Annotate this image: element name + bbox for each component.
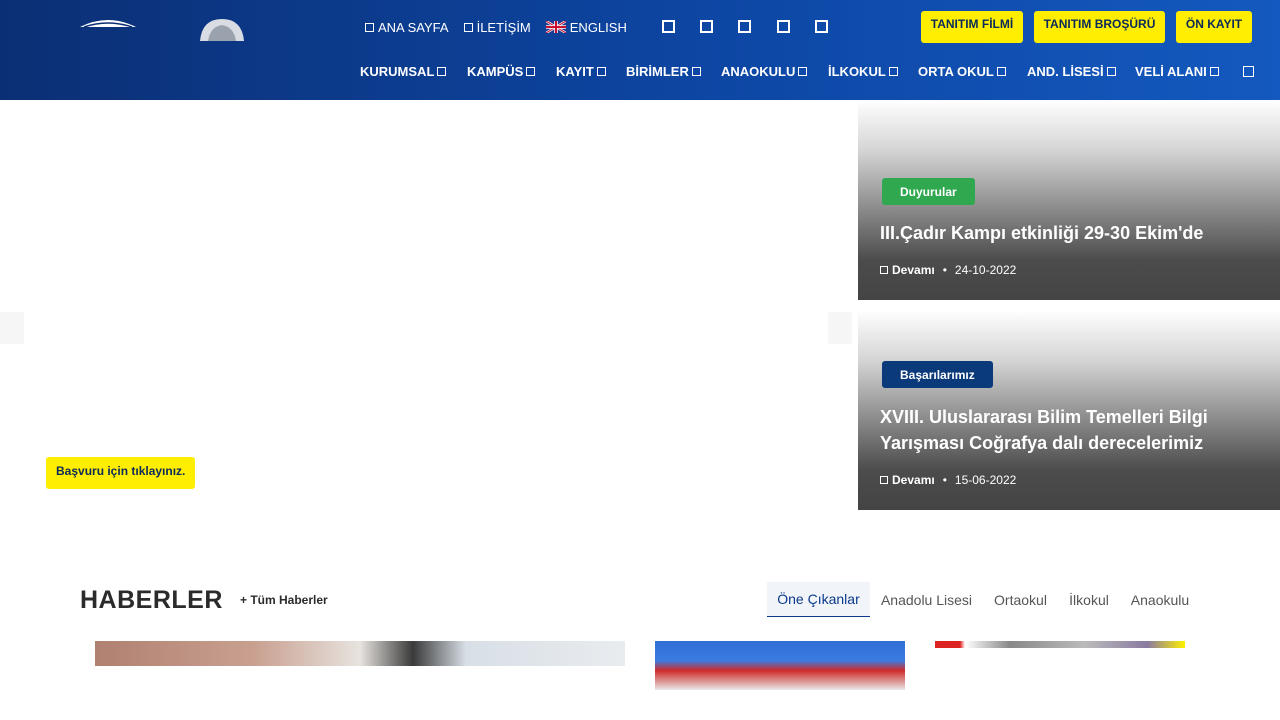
featured-card[interactable]: Başarılarımız XVIII. Uluslararası Bilim …	[858, 310, 1280, 510]
category-badge[interactable]: Başarılarımız	[882, 361, 993, 388]
chevron-down-icon	[691, 66, 701, 76]
nav-label: ORTA OKUL	[918, 63, 994, 79]
site-header: ANA SAYFA İLETİŞİM ENGLISH TANITIM FİLMİ…	[0, 0, 1280, 100]
news-thumbnail[interactable]	[95, 641, 625, 666]
pre-registration-button[interactable]: ÖN KAYIT	[1176, 11, 1252, 43]
news-thumbnail[interactable]	[935, 641, 1185, 648]
tab-anaokulu[interactable]: Anaokulu	[1125, 582, 1195, 617]
apply-button[interactable]: Başvuru için tıklayınız.	[46, 457, 196, 489]
nav-label: VELİ ALANI	[1135, 63, 1207, 79]
tab-ilkokul[interactable]: İlkokul	[1063, 582, 1115, 617]
chevron-down-icon	[596, 66, 606, 76]
nav-label: KAMPÜS	[467, 63, 524, 79]
tab-featured[interactable]: Öne Çıkanlar	[767, 582, 870, 617]
arrow-icon	[880, 476, 888, 484]
tab-anadolu-lisesi[interactable]: Anadolu Lisesi	[876, 582, 977, 617]
news-section-title: HABERLER	[80, 586, 223, 614]
nav-item-veli-alani[interactable]: VELİ ALANI	[1135, 64, 1219, 79]
linkedin-icon[interactable]	[815, 20, 828, 33]
nav-item-kampus[interactable]: KAMPÜS	[467, 63, 536, 79]
nav-label: KURUMSAL	[360, 63, 435, 79]
chevron-down-icon	[1106, 66, 1116, 76]
separator: •	[942, 263, 947, 277]
hero-slider[interactable]	[0, 100, 858, 510]
nav-label: AND. LİSESİ	[1027, 63, 1104, 79]
nav-item-birimler[interactable]: BİRİMLER	[626, 64, 701, 79]
all-news-link[interactable]: + Tüm Haberler	[240, 593, 328, 607]
home-icon	[365, 22, 374, 32]
nav-item-ortaokul[interactable]: ORTA OKUL	[918, 64, 1006, 79]
contact-link-label: İLETİŞİM	[476, 19, 531, 35]
featured-date: 24-10-2022	[954, 263, 1017, 277]
separator: •	[942, 473, 947, 487]
instagram-icon[interactable]	[738, 20, 751, 33]
arrow-icon	[880, 266, 888, 274]
promo-film-button[interactable]: TANITIM FİLMİ	[921, 11, 1023, 43]
english-link-label: ENGLISH	[569, 19, 627, 35]
ataturk-portrait-icon	[200, 19, 244, 41]
nav-item-kayit[interactable]: KAYIT	[556, 64, 606, 79]
brochure-button[interactable]: TANITIM BROŞÜRÜ	[1034, 11, 1165, 43]
chevron-down-icon	[526, 66, 536, 76]
envelope-icon	[463, 22, 473, 32]
nav-label: KAYIT	[556, 63, 594, 79]
chevron-down-icon	[437, 66, 447, 76]
twitter-icon[interactable]	[700, 20, 713, 33]
home-link[interactable]: ANA SAYFA	[365, 20, 449, 35]
top-links: ANA SAYFA İLETİŞİM ENGLISH	[365, 19, 642, 35]
home-link-label: ANA SAYFA	[378, 19, 449, 35]
slider-prev-icon[interactable]	[0, 312, 24, 344]
chevron-down-icon	[888, 66, 898, 76]
read-more-link[interactable]: Devamı	[880, 473, 935, 487]
chevron-down-icon	[798, 66, 808, 76]
uk-flag-icon	[545, 21, 566, 33]
nav-label: BİRİMLER	[626, 63, 689, 79]
contact-link[interactable]: İLETİŞİM	[463, 19, 531, 35]
news-thumbnail[interactable]	[655, 641, 905, 690]
read-more-label: Devamı	[892, 473, 935, 487]
featured-date: 15-06-2022	[954, 473, 1017, 487]
youtube-icon[interactable]	[777, 20, 790, 33]
featured-title[interactable]: III.Çadır Kampı etkinliği 29-30 Ekim'de	[880, 220, 1250, 246]
nav-label: İLKOKUL	[828, 63, 886, 79]
chevron-down-icon	[1209, 66, 1219, 76]
nav-item-lise[interactable]: AND. LİSESİ	[1027, 64, 1116, 79]
nav-label: ANAOKULU	[721, 63, 796, 79]
slider-next-icon[interactable]	[828, 312, 852, 344]
read-more-link[interactable]: Devamı	[880, 263, 935, 277]
featured-meta: Devamı • 24-10-2022	[880, 263, 1016, 277]
tab-ortaokul[interactable]: Ortaokul	[988, 582, 1053, 617]
nav-item-anaokulu[interactable]: ANAOKULU	[721, 63, 808, 79]
featured-meta: Devamı • 15-06-2022	[880, 473, 1016, 487]
search-icon[interactable]	[1243, 66, 1254, 77]
category-badge[interactable]: Duyurular	[882, 178, 975, 205]
nav-item-ilkokul[interactable]: İLKOKUL	[828, 64, 898, 79]
featured-title[interactable]: XVIII. Uluslararası Bilim Temelleri Bilg…	[880, 404, 1250, 456]
nav-item-kurumsal[interactable]: KURUMSAL	[360, 63, 447, 79]
read-more-label: Devamı	[892, 263, 935, 277]
facebook-icon[interactable]	[662, 20, 675, 33]
featured-card[interactable]: Duyurular III.Çadır Kampı etkinliği 29-3…	[858, 100, 1280, 300]
school-logo-icon[interactable]	[78, 17, 138, 29]
chevron-down-icon	[996, 66, 1006, 76]
english-link[interactable]: ENGLISH	[545, 19, 627, 35]
